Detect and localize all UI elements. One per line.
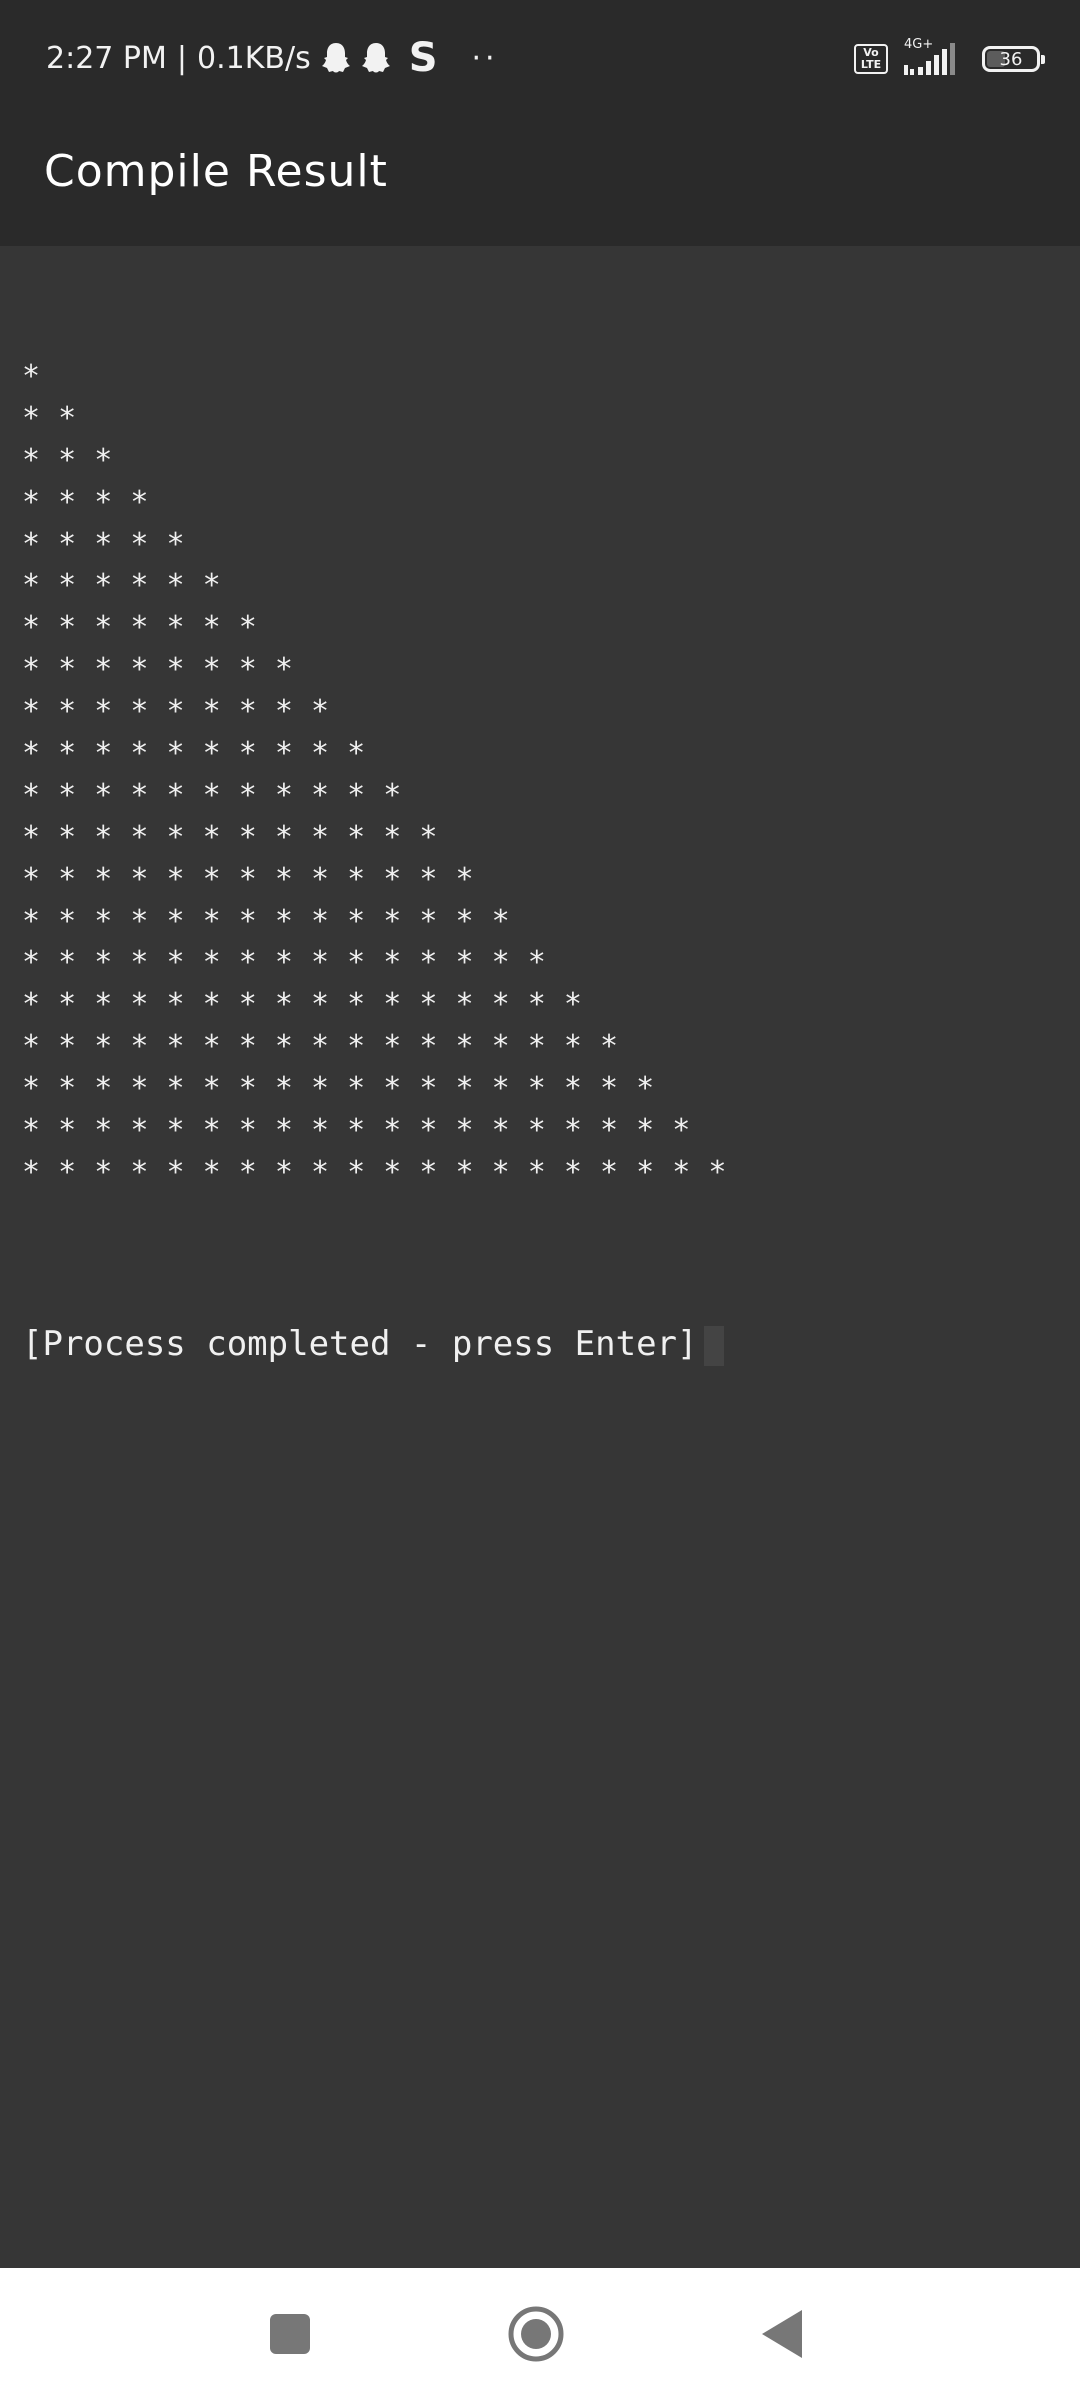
home-button[interactable] [498, 2296, 574, 2372]
battery-icon: 36 [982, 46, 1045, 72]
star-pattern-output: * * * * * * * * * * * * * * * * * * * * * * * … [22, 356, 726, 1194]
status-time: 2:27 PM [46, 40, 167, 76]
output-line: * * * * * * * * [22, 652, 293, 688]
output-line: * * * * * * * [22, 610, 257, 646]
output-line: * * * * * * * * * * * * * [22, 861, 474, 897]
snapchat-ghost-icon [321, 41, 351, 75]
app-bar: Compile Result [0, 118, 1080, 246]
output-line: * * * * * * [22, 568, 221, 604]
back-icon [762, 2310, 802, 2358]
process-message: [Process completed - press Enter] [22, 1324, 698, 1364]
back-button[interactable] [744, 2296, 820, 2372]
output-line: * * * * * * * * * * [22, 736, 366, 772]
status-left-group: 2:27 PM | 0.1KB/s S ·· [46, 34, 499, 82]
output-line: * * [22, 400, 77, 436]
output-line: * * * * * * * * * [22, 694, 330, 730]
compile-output-area[interactable]: * * * * * * * * * * * * * * * * * * * * * * * … [0, 246, 1080, 2268]
output-line: * * * [22, 442, 113, 478]
process-completed-line: [Process completed - press Enter] [22, 1324, 724, 1366]
signal-icon: 4G+ [902, 37, 968, 79]
status-separator: | [176, 40, 187, 76]
s-app-icon: S [408, 35, 438, 81]
output-line: * * * * * [22, 526, 185, 562]
output-line: * * * * * * * * * * * * * * * * * [22, 1029, 619, 1065]
status-bar: 2:27 PM | 0.1KB/s S ·· Vo LTE 4G+ 36 [0, 0, 1080, 118]
navigation-bar [0, 2268, 1080, 2400]
output-line: * * * * * * * * * * * * * * [22, 903, 510, 939]
page-title: Compile Result [44, 146, 388, 197]
output-line: * * * * * * * * * * * * [22, 819, 438, 855]
output-line: * * * * * * * * * * * * * * * [22, 945, 546, 981]
more-dots-icon: ·· [471, 40, 499, 76]
output-line: * * * * [22, 484, 149, 520]
status-right-group: Vo LTE 4G+ 36 [854, 37, 1045, 80]
output-line: * * * * * * * * * * * * * * * * * * * * [22, 1154, 727, 1190]
battery-level: 36 [999, 48, 1023, 70]
output-line: * * * * * * * * * * * [22, 777, 402, 813]
output-line: * * * * * * * * * * * * * * * * * * [22, 1071, 655, 1107]
home-icon [508, 2306, 564, 2362]
output-line: * * * * * * * * * * * * * * * * [22, 987, 582, 1023]
volte-icon: Vo LTE [854, 44, 888, 74]
recent-apps-button[interactable] [252, 2296, 328, 2372]
recent-apps-icon [270, 2314, 310, 2354]
output-line: * * * * * * * * * * * * * * * * * * * [22, 1113, 691, 1149]
snapchat-ghost-icon [361, 41, 391, 75]
terminal-cursor [703, 1325, 724, 1366]
output-line: * [22, 359, 41, 394]
net-speed: 0.1KB/s [197, 40, 311, 76]
